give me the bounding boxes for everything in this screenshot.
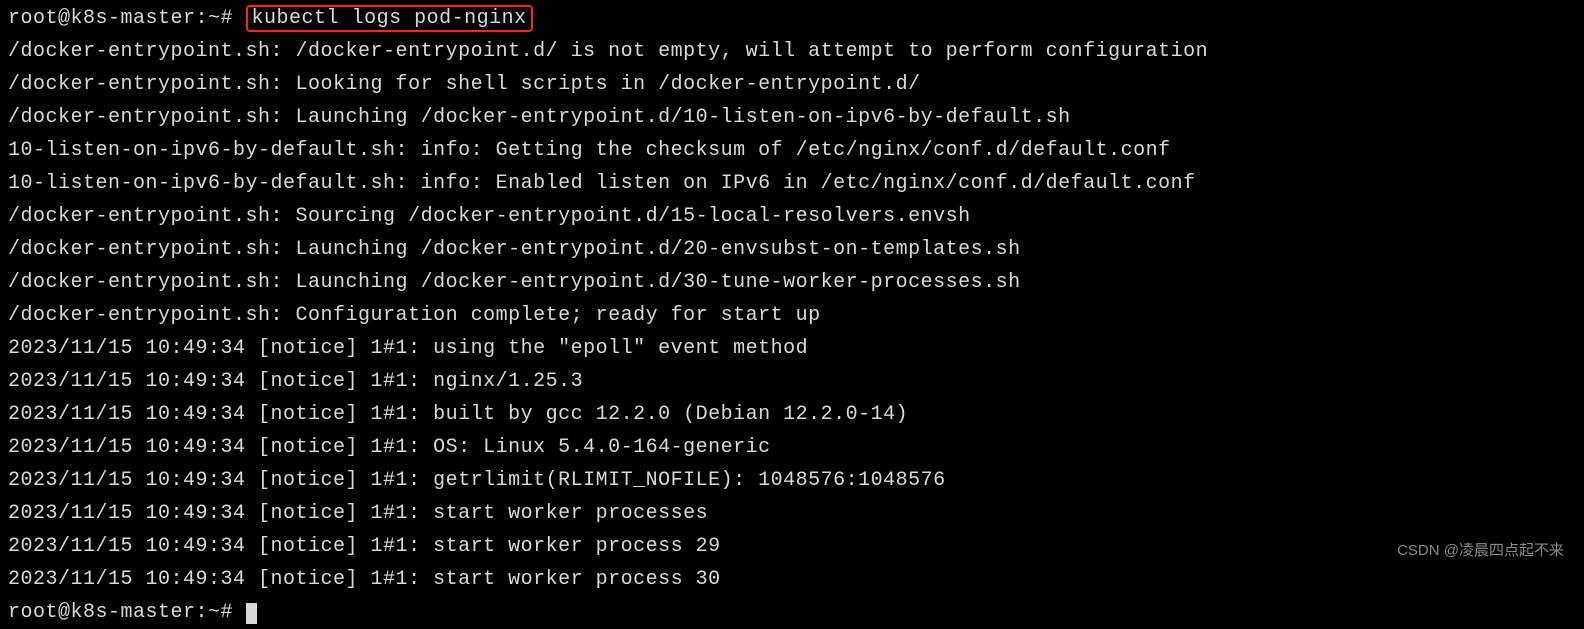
log-output: /docker-entrypoint.sh: /docker-entrypoin… bbox=[8, 35, 1576, 596]
log-line: 2023/11/15 10:49:34 [notice] 1#1: start … bbox=[8, 563, 1576, 596]
log-line: /docker-entrypoint.sh: Launching /docker… bbox=[8, 233, 1576, 266]
log-line: 2023/11/15 10:49:34 [notice] 1#1: built … bbox=[8, 398, 1576, 431]
watermark-text: CSDN @凌晨四点起不来 bbox=[1397, 539, 1564, 564]
log-line: 2023/11/15 10:49:34 [notice] 1#1: getrli… bbox=[8, 464, 1576, 497]
shell-prompt: root@k8s-master:~# bbox=[8, 7, 246, 30]
log-line: /docker-entrypoint.sh: /docker-entrypoin… bbox=[8, 35, 1576, 68]
log-line: 2023/11/15 10:49:34 [notice] 1#1: nginx/… bbox=[8, 365, 1576, 398]
log-line: /docker-entrypoint.sh: Sourcing /docker-… bbox=[8, 200, 1576, 233]
cursor-icon bbox=[246, 603, 257, 624]
log-line: 2023/11/15 10:49:34 [notice] 1#1: OS: Li… bbox=[8, 431, 1576, 464]
command-line: root@k8s-master:~# kubectl logs pod-ngin… bbox=[8, 2, 1576, 35]
log-line: 2023/11/15 10:49:34 [notice] 1#1: using … bbox=[8, 332, 1576, 365]
log-line: /docker-entrypoint.sh: Configuration com… bbox=[8, 299, 1576, 332]
log-line: 10-listen-on-ipv6-by-default.sh: info: G… bbox=[8, 134, 1576, 167]
log-line: /docker-entrypoint.sh: Launching /docker… bbox=[8, 266, 1576, 299]
terminal-output[interactable]: root@k8s-master:~# kubectl logs pod-ngin… bbox=[8, 2, 1576, 629]
log-line: /docker-entrypoint.sh: Launching /docker… bbox=[8, 101, 1576, 134]
shell-prompt: root@k8s-master:~# bbox=[8, 601, 246, 624]
log-line: 2023/11/15 10:49:34 [notice] 1#1: start … bbox=[8, 530, 1576, 563]
command-text: kubectl logs pod-nginx bbox=[246, 5, 533, 32]
command-line-next: root@k8s-master:~# bbox=[8, 596, 1576, 629]
log-line: 10-listen-on-ipv6-by-default.sh: info: E… bbox=[8, 167, 1576, 200]
log-line: 2023/11/15 10:49:34 [notice] 1#1: start … bbox=[8, 497, 1576, 530]
log-line: /docker-entrypoint.sh: Looking for shell… bbox=[8, 68, 1576, 101]
